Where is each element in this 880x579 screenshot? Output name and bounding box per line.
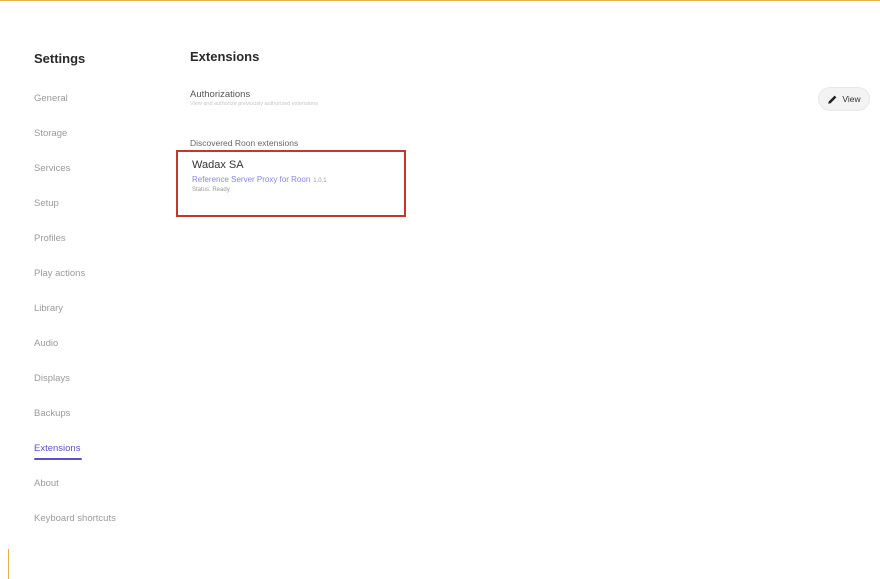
sidebar-item-label: Keyboard shortcuts	[34, 513, 116, 524]
sidebar-item-extensions[interactable]: Extensions	[34, 443, 116, 478]
extension-status: Status: Ready	[192, 187, 230, 193]
sidebar-item-label: Setup	[34, 198, 59, 209]
extension-card[interactable]: Wadax SA Reference Server Proxy for Roon…	[176, 150, 406, 217]
sidebar-title: Settings	[34, 51, 86, 66]
extension-name: Wadax SA	[192, 159, 244, 171]
extension-description[interactable]: Reference Server Proxy for Roon 1.0.1	[192, 175, 327, 184]
view-authorizations-button[interactable]: View	[818, 87, 870, 111]
sidebar-item-services[interactable]: Services	[34, 163, 116, 198]
authorizations-title: Authorizations	[190, 89, 251, 100]
authorizations-description: View and authorize previously authorized…	[190, 101, 319, 107]
sidebar-item-general[interactable]: General	[34, 93, 116, 128]
sidebar-item-keyboard-shortcuts[interactable]: Keyboard shortcuts	[34, 513, 116, 548]
sidebar-item-displays[interactable]: Displays	[34, 373, 116, 408]
window-edge	[8, 549, 9, 579]
app-window: Settings General Storage Services Setup …	[0, 0, 880, 579]
settings-nav: General Storage Services Setup Profiles …	[34, 93, 116, 548]
sidebar-item-backups[interactable]: Backups	[34, 408, 116, 443]
active-indicator	[34, 458, 82, 460]
sidebar-item-play-actions[interactable]: Play actions	[34, 268, 116, 303]
extension-description-text: Reference Server Proxy for Roon	[192, 175, 311, 184]
sidebar-item-label: General	[34, 93, 68, 104]
extensions-panel: Extensions Authorizations View and autho…	[176, 1, 880, 579]
sidebar-item-label: Displays	[34, 373, 70, 384]
sidebar-item-label: Play actions	[34, 268, 86, 279]
sidebar-item-storage[interactable]: Storage	[34, 128, 116, 163]
sidebar-item-label: Backups	[34, 408, 71, 419]
sidebar-item-label: Storage	[34, 128, 68, 139]
pencil-icon	[827, 94, 838, 105]
sidebar-item-setup[interactable]: Setup	[34, 198, 116, 233]
sidebar-item-profiles[interactable]: Profiles	[34, 233, 116, 268]
sidebar-item-label: Library	[34, 303, 64, 314]
discovered-extensions-label: Discovered Roon extensions	[190, 138, 299, 148]
sidebar-item-label: Audio	[34, 338, 59, 349]
sidebar-item-label: Extensions	[34, 443, 81, 454]
sidebar-item-label: About	[34, 478, 59, 489]
sidebar-item-library[interactable]: Library	[34, 303, 116, 338]
sidebar-item-label: Services	[34, 163, 71, 174]
sidebar-item-label: Profiles	[34, 233, 66, 244]
view-button-label: View	[842, 94, 861, 104]
sidebar-item-audio[interactable]: Audio	[34, 338, 116, 373]
sidebar-item-about[interactable]: About	[34, 478, 116, 513]
settings-sidebar: Settings General Storage Services Setup …	[0, 1, 170, 579]
page-title: Extensions	[190, 49, 260, 64]
extension-version: 1.0.1	[313, 178, 327, 184]
